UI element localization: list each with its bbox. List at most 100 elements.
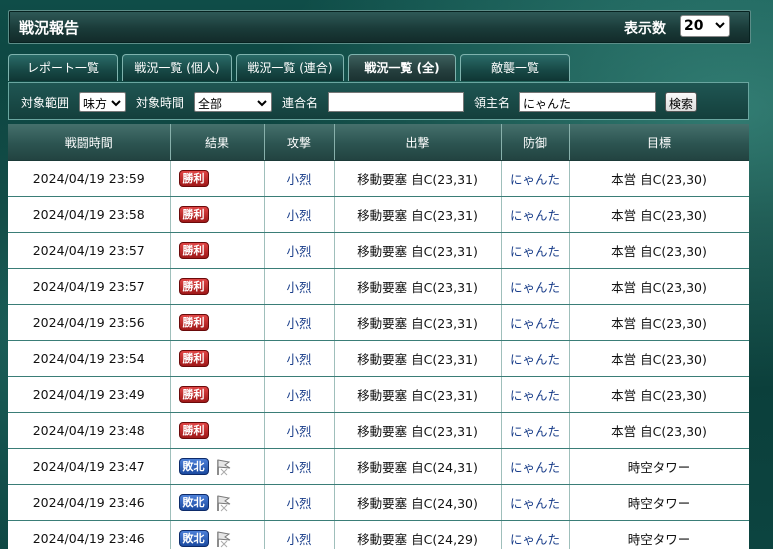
battle-time: 2024/04/19 23:46 (8, 484, 171, 521)
tab-label: 戦況一覧 (連合) (247, 61, 333, 75)
tab-label: 戦況一覧 (個人) (134, 61, 220, 75)
result-cell[interactable]: 勝利 (170, 304, 265, 341)
chevron-down-icon (111, 100, 121, 107)
result-badge: 敗北 (178, 530, 209, 547)
result-cell[interactable]: 勝利 (170, 196, 265, 233)
lord-label: 領主名 (474, 96, 511, 110)
attacker-link[interactable]: 小烈 (264, 268, 335, 305)
table-row: 2024/04/19 23:54 勝利 小烈 移動要塞 自C(23,31) にゃんた 本営… (8, 340, 749, 377)
time-select[interactable]: 全部 (194, 92, 272, 112)
attacker-link[interactable]: 小烈 (264, 376, 335, 413)
result-badge: 勝利 (178, 386, 209, 403)
table-row: 2024/04/19 23:57 勝利 小烈 移動要塞 自C(23,31) にゃんた 本営… (8, 268, 749, 305)
target-location: 本営 自C(23,30) (569, 340, 749, 377)
result-cell[interactable]: 敗北 (170, 448, 265, 485)
time-label: 対象時間 (136, 96, 185, 110)
defender-link[interactable]: にゃんた (501, 160, 570, 197)
battle-table: 戦闘時間 結果 攻撃 出撃 防御 目標 2024/04/19 23:59 勝利 小烈… (8, 124, 749, 549)
col-result[interactable]: 結果 (170, 124, 265, 161)
result-cell[interactable]: 勝利 (170, 232, 265, 269)
battle-time: 2024/04/19 23:47 (8, 448, 171, 485)
battle-time: 2024/04/19 23:57 (8, 268, 171, 305)
lord-input[interactable]: にゃんた (519, 92, 656, 112)
tab-enemy-attack-list[interactable]: 敵襲一覧 (460, 54, 570, 81)
col-battle-time[interactable]: 戦闘時間 (8, 124, 171, 161)
alliance-input[interactable] (328, 92, 464, 112)
range-value: 味方 (83, 97, 108, 111)
sortie-location: 移動要塞 自C(23,31) (334, 196, 502, 233)
result-cell[interactable]: 勝利 (170, 268, 265, 305)
table-row: 2024/04/19 23:46 敗北 小烈 移動要塞 自C(24,30) にゃんた 時空… (8, 484, 749, 521)
col-defense[interactable]: 防御 (501, 124, 570, 161)
attacker-link[interactable]: 小烈 (264, 232, 335, 269)
sortie-location: 移動要塞 自C(24,30) (334, 484, 502, 521)
result-cell[interactable]: 勝利 (170, 412, 265, 449)
result-cell[interactable]: 勝利 (170, 376, 265, 413)
result-badge: 勝利 (178, 422, 209, 439)
battle-time: 2024/04/19 23:46 (8, 520, 171, 549)
table-row: 2024/04/19 23:57 勝利 小烈 移動要塞 自C(23,31) にゃんた 本営… (8, 232, 749, 269)
filter-bar: 対象範囲 味方 対象時間 全部 連合名 領主名 にゃんた 検索 (8, 82, 749, 120)
col-sortie[interactable]: 出撃 (334, 124, 502, 161)
attacker-link[interactable]: 小烈 (264, 160, 335, 197)
sortie-location: 移動要塞 自C(23,31) (334, 340, 502, 377)
battle-time: 2024/04/19 23:58 (8, 196, 171, 233)
battle-time: 2024/04/19 23:59 (8, 160, 171, 197)
tab-battle-all[interactable]: 戦況一覧 (全) (348, 54, 456, 81)
result-cell[interactable]: 勝利 (170, 340, 265, 377)
defender-link[interactable]: にゃんた (501, 520, 570, 549)
page-title: 戦況報告 (19, 19, 80, 37)
defender-link[interactable]: にゃんた (501, 340, 570, 377)
defender-link[interactable]: にゃんた (501, 484, 570, 521)
attacker-link[interactable]: 小烈 (264, 412, 335, 449)
chevron-down-icon (715, 22, 725, 29)
result-cell[interactable]: 敗北 (170, 520, 265, 549)
table-row: 2024/04/19 23:58 勝利 小烈 移動要塞 自C(23,31) にゃんた 本営… (8, 196, 749, 233)
defender-link[interactable]: にゃんた (501, 232, 570, 269)
report-header: 戦況報告 表示数 20 (8, 10, 751, 44)
defender-link[interactable]: にゃんた (501, 304, 570, 341)
attacker-link[interactable]: 小烈 (264, 448, 335, 485)
defender-link[interactable]: にゃんた (501, 448, 570, 485)
flag-icon (216, 458, 230, 475)
flag-icon (216, 494, 230, 511)
defender-link[interactable]: にゃんた (501, 268, 570, 305)
display-count-value: 20 (684, 18, 704, 34)
attacker-link[interactable]: 小烈 (264, 304, 335, 341)
tab-battle-personal[interactable]: 戦況一覧 (個人) (122, 54, 232, 81)
sortie-location: 移動要塞 自C(23,31) (334, 412, 502, 449)
col-target[interactable]: 目標 (569, 124, 749, 161)
display-count-select[interactable]: 20 (680, 15, 730, 37)
tab-battle-alliance[interactable]: 戦況一覧 (連合) (236, 54, 344, 81)
result-cell[interactable]: 敗北 (170, 484, 265, 521)
defender-link[interactable]: にゃんた (501, 196, 570, 233)
table-row: 2024/04/19 23:56 勝利 小烈 移動要塞 自C(23,31) にゃんた 本営… (8, 304, 749, 341)
search-button[interactable]: 検索 (665, 92, 698, 112)
defender-link[interactable]: にゃんた (501, 376, 570, 413)
target-location: 本営 自C(23,30) (569, 412, 749, 449)
battle-time: 2024/04/19 23:54 (8, 340, 171, 377)
col-attack[interactable]: 攻撃 (264, 124, 335, 161)
attacker-link[interactable]: 小烈 (264, 520, 335, 549)
range-select[interactable]: 味方 (79, 92, 126, 112)
tab-report-list[interactable]: レポート一覧 (8, 54, 118, 81)
defender-link[interactable]: にゃんた (501, 412, 570, 449)
display-count-label: 表示数 (624, 21, 666, 37)
attacker-link[interactable]: 小烈 (264, 196, 335, 233)
attacker-link[interactable]: 小烈 (264, 340, 335, 377)
target-location: 本営 自C(23,30) (569, 232, 749, 269)
result-badge: 勝利 (178, 170, 209, 187)
result-cell[interactable]: 勝利 (170, 160, 265, 197)
attacker-link[interactable]: 小烈 (264, 484, 335, 521)
result-badge: 勝利 (178, 206, 209, 223)
table-header-row: 戦闘時間 結果 攻撃 出撃 防御 目標 (8, 124, 749, 161)
sortie-location: 移動要塞 自C(23,31) (334, 268, 502, 305)
sortie-location: 移動要塞 自C(24,29) (334, 520, 502, 549)
result-badge: 勝利 (178, 278, 209, 295)
tab-label: 敵襲一覧 (490, 61, 539, 75)
tab-label: レポート一覧 (26, 61, 99, 75)
table-row: 2024/04/19 23:49 勝利 小烈 移動要塞 自C(23,31) にゃんた 本営… (8, 376, 749, 413)
battle-time: 2024/04/19 23:49 (8, 376, 171, 413)
battle-time: 2024/04/19 23:56 (8, 304, 171, 341)
sortie-location: 移動要塞 自C(24,31) (334, 448, 502, 485)
